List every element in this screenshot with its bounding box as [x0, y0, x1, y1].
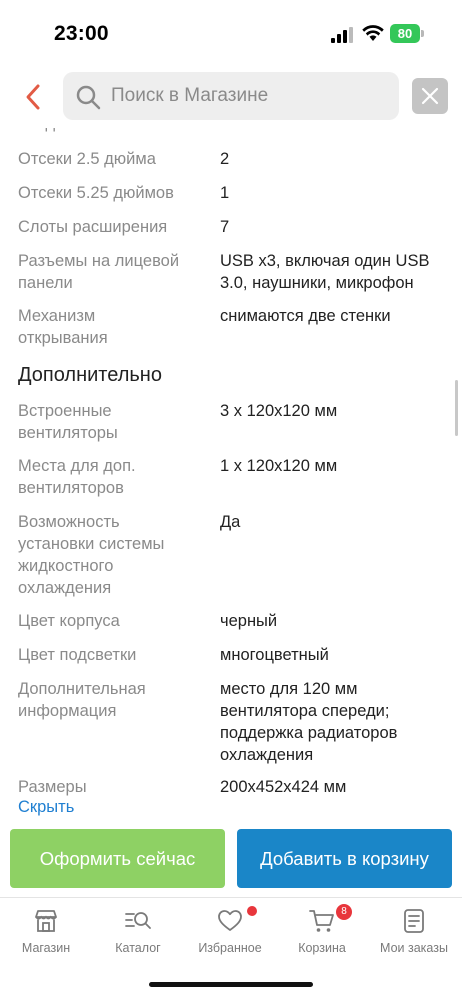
spec-value-line: черный: [220, 612, 278, 630]
clear-search-button[interactable]: [412, 78, 448, 114]
spec-value-line: охлаждения: [220, 746, 314, 764]
wifi-icon: [362, 25, 384, 41]
spec-value-line: 1 x 120x120 мм: [220, 457, 338, 475]
spec-value-line: 3.0, наушники, микрофон: [220, 274, 414, 292]
heart-icon: [218, 910, 242, 931]
spec-value: 200x452x424 мм: [220, 776, 450, 798]
spec-label-line: Цвет подсветки: [18, 646, 137, 664]
spec-label-line: Места для доп.: [18, 457, 136, 475]
spec-label-line: Размеры: [18, 778, 87, 796]
spec-value-line: вентилятора спереди;: [220, 702, 390, 720]
battery-tip: [421, 30, 424, 37]
cellular-signal-icon: [331, 27, 353, 43]
spec-label: Отсеки 2.5 дюйма: [18, 150, 156, 168]
status-time: 23:00: [54, 22, 109, 45]
spec-label: Разъемы на лицевой панели: [18, 250, 208, 294]
spec-label-line: охлаждения: [18, 579, 112, 597]
spec-value: 1 x 120x120 мм: [220, 455, 450, 477]
section-title-additional: Дополнительно: [18, 364, 162, 386]
spec-value-line: место для 120 мм: [220, 680, 358, 698]
search-box[interactable]: [63, 72, 399, 120]
spec-label-line: установки системы: [18, 535, 165, 553]
spec-value: снимаются две стенки: [220, 305, 450, 327]
spec-value: место для 120 мм вентилятора спереди; по…: [220, 678, 450, 766]
spec-label-line: Встроенные: [18, 402, 112, 420]
search-input[interactable]: [111, 72, 391, 120]
spec-label-line: открывания: [18, 329, 108, 347]
spec-value: USB x3, включая один USB 3.0, наушники, …: [220, 250, 450, 294]
scrollbar[interactable]: [455, 380, 458, 436]
home-indicator: [149, 982, 313, 987]
nav-item-catalog[interactable]: Каталог: [92, 908, 184, 968]
nav-item-cart[interactable]: 8 Корзина: [276, 904, 368, 968]
spec-label-line: Цвет корпуса: [18, 612, 120, 630]
orders-icon: [404, 909, 424, 933]
spec-label: Места для доп. вентиляторов: [18, 455, 208, 499]
spec-value: 3 x 120x120 мм: [220, 400, 450, 422]
spec-value-line: многоцветный: [220, 646, 329, 664]
nav-item-orders[interactable]: Мои заказы: [368, 908, 460, 968]
spec-label-line: Разъемы на лицевой: [18, 252, 180, 270]
spec-label: Размеры: [18, 776, 208, 798]
spec-label-line: Механизм: [18, 307, 96, 325]
status-bar: 23:00 80: [0, 0, 462, 66]
cart-count-badge: 8: [336, 904, 352, 920]
spec-label: Отсеки 5.25 дюймов: [18, 184, 174, 202]
nav-label: Избранное: [198, 941, 262, 955]
search-header: [0, 66, 462, 128]
cart-icon: [309, 910, 334, 932]
spec-value: многоцветный: [220, 644, 450, 666]
nav-label: Каталог: [115, 941, 161, 955]
spec-label: Дополнительная информация: [18, 678, 208, 722]
spec-label: Механизм открывания: [18, 305, 208, 349]
checkout-now-button[interactable]: Оформить сейчас: [10, 829, 225, 888]
spec-label-line: панели: [18, 274, 73, 292]
spec-value: 2: [220, 150, 230, 168]
spec-label-line: Возможность: [18, 513, 120, 531]
battery-level: 80: [390, 24, 420, 43]
nav-label: Магазин: [21, 941, 71, 955]
spec-value: Да: [220, 511, 450, 533]
spec-label-line: вентиляторов: [18, 479, 124, 497]
notification-dot: [247, 906, 257, 916]
spec-value-line: 3 x 120x120 мм: [220, 402, 338, 420]
spec-label-line: вентиляторы: [18, 424, 118, 442]
spec-label: Встроенные вентиляторы: [18, 400, 208, 444]
spec-label: Цвет подсветки: [18, 644, 208, 666]
spec-value: 7: [220, 218, 230, 236]
battery-indicator: 80: [390, 24, 424, 43]
store-icon: [35, 910, 57, 932]
spec-value: 1: [220, 184, 230, 202]
spec-label: Слоты расширения: [18, 218, 168, 236]
chevron-left-icon: [26, 84, 40, 110]
search-icon: [76, 85, 101, 110]
spec-label: Цвет корпуса: [18, 610, 208, 632]
spec-value: черный: [220, 610, 450, 632]
nav-label: Корзина: [298, 941, 346, 955]
spec-value-line: снимаются две стенки: [220, 307, 391, 325]
spec-label: Возможность установки системы жидкостног…: [18, 511, 208, 599]
back-button[interactable]: [18, 80, 48, 114]
add-to-cart-button[interactable]: Добавить в корзину: [237, 829, 452, 888]
product-specs: 3.5 дюйма Отсеки 2.5 дюйма 2 Отсеки 5.25…: [0, 106, 462, 820]
nav-item-store[interactable]: Магазин: [0, 908, 92, 968]
nav-label: Мои заказы: [380, 941, 448, 955]
spec-label-line: жидкостного: [18, 557, 114, 575]
spec-value-line: USB x3, включая один USB: [220, 252, 430, 270]
spec-label-line: информация: [18, 702, 117, 720]
spec-value-line: Да: [220, 513, 241, 531]
spec-value-line: поддержка радиаторов: [220, 724, 398, 742]
hide-specs-link[interactable]: Скрыть: [18, 798, 74, 817]
spec-value-line: 200x452x424 мм: [220, 778, 347, 796]
spec-label-line: Дополнительная: [18, 680, 146, 698]
catalog-search-icon: [125, 912, 151, 929]
nav-item-favorites[interactable]: Избранное: [184, 906, 276, 968]
close-icon: [421, 87, 439, 105]
